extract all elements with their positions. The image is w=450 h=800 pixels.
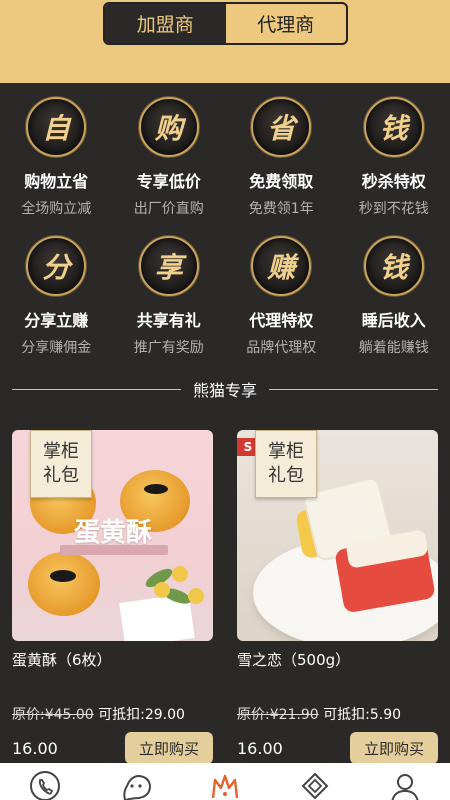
tab-discover[interactable] — [270, 763, 360, 800]
feature-title: 秒杀特权 — [361, 172, 426, 191]
feature-row: 自 购物立省 全场购立减 购 专享低价 出厂价直购 省 免费领取 免费领1年 钱… — [0, 96, 450, 235]
badge-glyph: 赚 — [267, 251, 296, 284]
phone-icon — [30, 771, 60, 800]
feature-title: 购物立省 — [24, 172, 89, 191]
feature-title: 代理特权 — [249, 311, 314, 330]
diamond-icon — [301, 772, 329, 800]
flower-shape — [154, 582, 170, 598]
product-card[interactable]: S 掌柜 礼包 雪之恋（500g） 原价:¥21.90 可抵扣:5.90 16.… — [237, 430, 438, 764]
feature-subtitle: 免费领1年 — [248, 201, 314, 217]
flower-shape — [188, 588, 204, 604]
product-image[interactable]: 蛋黄酥 掌柜 礼包 — [12, 430, 213, 641]
price-info: 原价:¥45.00 可抵扣:29.00 — [12, 704, 213, 724]
crown-icon — [211, 774, 239, 799]
gift-tag: 掌柜 礼包 — [255, 430, 317, 498]
caption-underline — [60, 545, 168, 555]
bottom-tab-bar — [0, 763, 450, 800]
egg-tart-shape — [28, 552, 100, 616]
gift-tag-line: 礼包 — [43, 465, 79, 486]
feature-subtitle: 躺着能赚钱 — [358, 340, 429, 356]
badge-glyph: 钱 — [379, 251, 408, 284]
feature-subtitle: 推广有奖励 — [133, 340, 204, 356]
user-icon — [391, 774, 419, 800]
original-price: 原价:¥21.90 — [237, 707, 319, 723]
feature-subtitle: 秒到不花钱 — [358, 201, 429, 217]
feature-item[interactable]: 钱 睡后收入 躺着能赚钱 — [338, 235, 450, 374]
buy-now-button[interactable]: 立即购买 — [125, 732, 213, 764]
sesame-dot — [50, 570, 76, 582]
tab-chat[interactable] — [90, 763, 180, 800]
badge-glyph: 省 — [267, 112, 296, 145]
gift-tag-line: 掌柜 — [268, 441, 304, 462]
feature-badge-icon: 赚 — [251, 236, 312, 296]
badge-glyph: 分 — [42, 251, 71, 284]
feature-badge-icon: 钱 — [363, 236, 424, 296]
feature-subtitle: 出厂价直购 — [133, 201, 204, 217]
feature-item[interactable]: 享 共享有礼 推广有奖励 — [113, 235, 226, 374]
tab-member[interactable] — [180, 763, 270, 800]
deduct-amount: 可抵扣:29.00 — [98, 707, 185, 723]
section-title: 熊猫专享 — [193, 381, 258, 400]
feature-subtitle: 分享赚佣金 — [21, 340, 92, 356]
badge-glyph: 享 — [154, 251, 183, 284]
divider-line — [12, 388, 181, 390]
product-card[interactable]: 蛋黄酥 掌柜 礼包 蛋黄酥（6枚） 原价:¥45.00 可抵扣:29.00 16… — [12, 430, 213, 764]
price-row: 16.00 立即购买 — [12, 732, 213, 764]
product-name[interactable]: 蛋黄酥（6枚） — [12, 649, 213, 671]
feature-grid: 自 购物立省 全场购立减 购 专享低价 出厂价直购 省 免费领取 免费领1年 钱… — [0, 96, 450, 374]
product-image[interactable]: S 掌柜 礼包 — [237, 430, 438, 641]
deduct-amount: 可抵扣:5.90 — [323, 707, 402, 723]
tab-agent[interactable]: 代理商 — [226, 4, 347, 43]
section-divider: 熊猫专享 — [12, 376, 439, 402]
tab-profile[interactable] — [360, 763, 450, 800]
feature-badge-icon: 购 — [138, 97, 199, 157]
feature-item[interactable]: 分 分享立赚 分享赚佣金 — [0, 235, 113, 374]
current-price: 16.00 — [237, 738, 283, 758]
feature-badge-icon: 自 — [26, 97, 87, 157]
flower-shape — [172, 566, 188, 582]
badge-glyph: 购 — [154, 112, 183, 145]
top-header: 加盟商 代理商 — [0, 0, 450, 83]
feature-title: 免费领取 — [249, 172, 314, 191]
product-name[interactable]: 雪之恋（500g） — [237, 649, 438, 671]
badge-glyph: 自 — [42, 112, 71, 145]
original-price: 原价:¥45.00 — [12, 707, 94, 723]
feature-subtitle: 品牌代理权 — [246, 340, 317, 356]
feature-item[interactable]: 赚 代理特权 品牌代理权 — [225, 235, 338, 374]
chat-face-icon — [123, 774, 151, 800]
tab-franchisee[interactable]: 加盟商 — [105, 4, 226, 43]
buy-now-button[interactable]: 立即购买 — [350, 732, 438, 764]
feature-badge-icon: 分 — [26, 236, 87, 296]
price-info: 原价:¥21.90 可抵扣:5.90 — [237, 704, 438, 724]
feature-item[interactable]: 自 购物立省 全场购立减 — [0, 96, 113, 235]
gift-tag: 掌柜 礼包 — [30, 430, 92, 498]
image-caption: 蛋黄酥 — [73, 518, 152, 548]
feature-item[interactable]: 省 免费领取 免费领1年 — [225, 96, 338, 235]
feature-row: 分 分享立赚 分享赚佣金 享 共享有礼 推广有奖励 赚 代理特权 品牌代理权 钱… — [0, 235, 450, 374]
feature-badge-icon: 省 — [251, 97, 312, 157]
feature-item[interactable]: 钱 秒杀特权 秒到不花钱 — [338, 96, 450, 235]
feature-subtitle: 全场购立减 — [21, 201, 92, 217]
gift-tag-line: 礼包 — [268, 465, 304, 486]
role-segmented-control: 加盟商 代理商 — [103, 2, 348, 45]
current-price: 16.00 — [12, 738, 58, 758]
feature-title: 睡后收入 — [361, 311, 426, 330]
feature-title: 分享立赚 — [24, 311, 89, 330]
feature-badge-icon: 享 — [138, 236, 199, 296]
feature-item[interactable]: 购 专享低价 出厂价直购 — [113, 96, 226, 235]
sesame-dot — [144, 484, 168, 494]
tab-phone[interactable] — [0, 763, 90, 800]
divider-line — [269, 388, 439, 390]
feature-badge-icon: 钱 — [363, 97, 424, 157]
gift-tag-line: 掌柜 — [43, 441, 79, 462]
badge-glyph: 钱 — [379, 112, 408, 145]
feature-title: 共享有礼 — [136, 311, 201, 330]
feature-title: 专享低价 — [136, 172, 201, 191]
price-row: 16.00 立即购买 — [237, 732, 438, 764]
